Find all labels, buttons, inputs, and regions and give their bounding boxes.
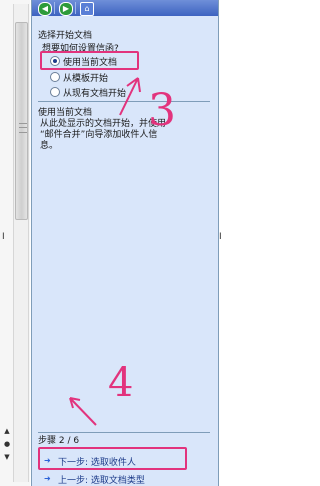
annotation-arrows <box>69 77 141 426</box>
annotation-number-4: 4 <box>108 360 134 406</box>
annotation-number-3: 3 <box>148 85 176 136</box>
arrow-to-next-step-icon <box>69 397 97 426</box>
arrow-to-option-icon <box>119 77 141 116</box>
